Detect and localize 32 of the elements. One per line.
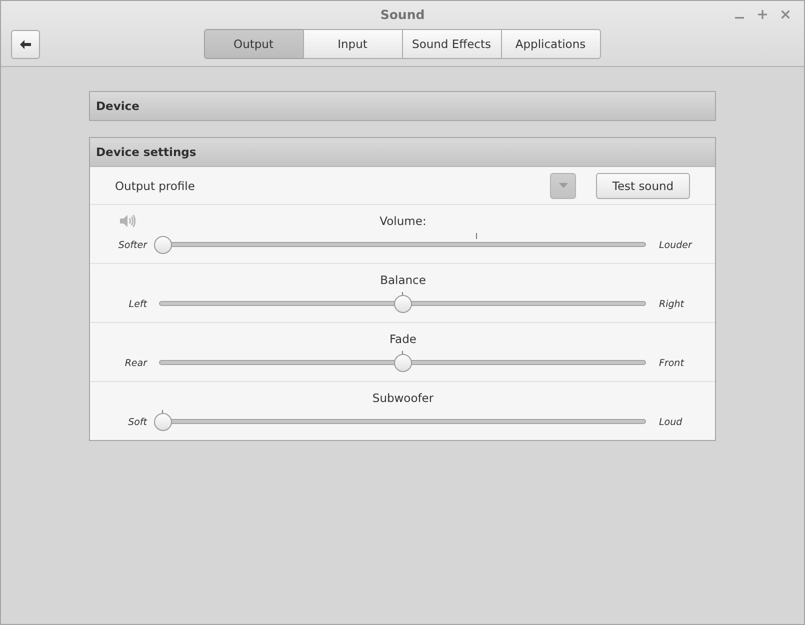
speaker-icon (120, 214, 136, 228)
slider-min-label: Rear (124, 358, 147, 368)
slider-thumb[interactable] (394, 354, 412, 372)
left-arrow-icon (20, 40, 31, 48)
slider-thumb[interactable] (154, 236, 172, 254)
caret-icon (558, 183, 568, 188)
back-button[interactable] (11, 30, 40, 58)
slider-max-label: Right (659, 298, 684, 310)
slider-max-label: Louder (659, 240, 692, 250)
slider-label: Subwoofer (372, 391, 434, 405)
slider-thumb[interactable] (154, 413, 172, 431)
tick-mark (476, 233, 477, 239)
section-header: Device settings (90, 138, 715, 167)
section-header: Device (90, 92, 715, 120)
slider-min-label: Left (128, 298, 147, 310)
slider-thumb[interactable] (394, 295, 412, 313)
slider-label: Balance (380, 273, 426, 287)
slider-max-label: Loud (659, 416, 682, 428)
slider-max-label: Front (659, 358, 684, 368)
slider-min-label: Softer (118, 240, 147, 250)
test-sound-button[interactable]: Test sound (596, 172, 690, 198)
slider-label: Fade (390, 332, 416, 346)
window-title: Sound (380, 6, 425, 22)
tab[interactable]: Applications (500, 29, 600, 59)
slider-min-label: Soft (128, 416, 147, 428)
tab[interactable]: Output (204, 29, 304, 59)
tab[interactable]: Sound Effects (402, 29, 502, 59)
close-icon[interactable] (781, 10, 790, 18)
tab[interactable]: Input (302, 29, 402, 59)
output-profile-label: Output profile (115, 178, 195, 192)
slider-label: Volume: (380, 214, 426, 228)
maximize-icon[interactable] (758, 10, 767, 18)
